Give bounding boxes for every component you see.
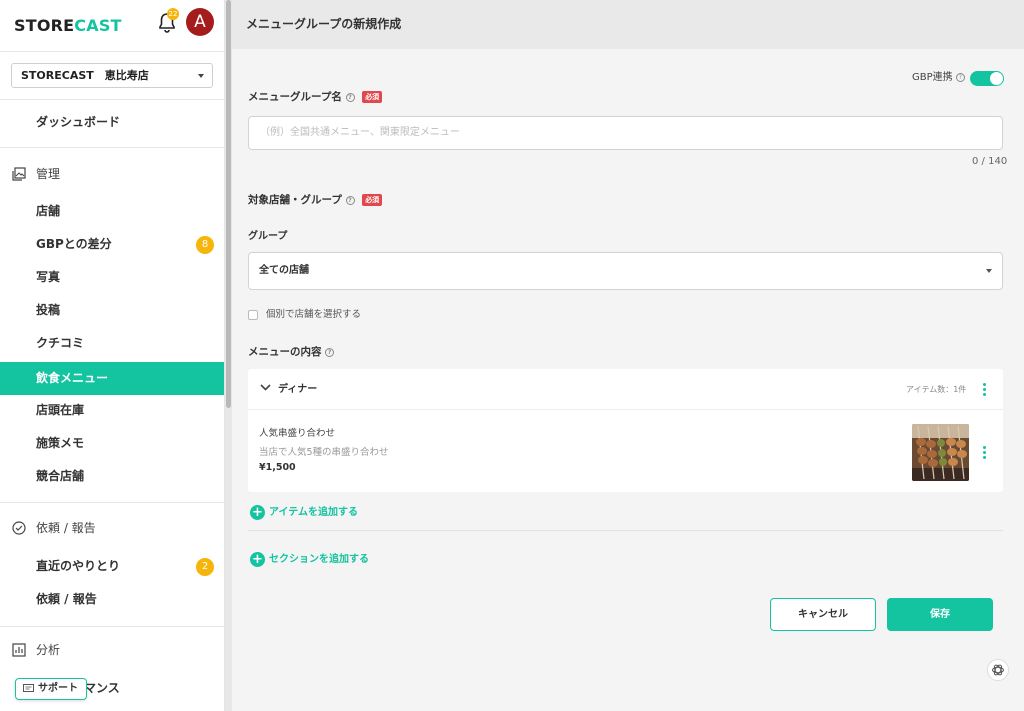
nav-photos[interactable]: 写真 [0,261,224,294]
nav-competitors[interactable]: 競合店舗 [0,460,224,493]
group-label: グループ [248,231,288,242]
caret-down-icon [986,269,992,273]
menu-section-card: ディナー アイテム数：1件 人気串盛り合わせ 当店で人気5種の串盛り合わせ ¥1… [248,369,1003,492]
chevron-down-icon[interactable] [260,383,271,392]
support-button[interactable]: サポート [15,678,87,700]
nav-store[interactable]: 店舗 [0,195,224,228]
section-more-icon[interactable] [983,383,986,398]
section-manage-label: 管理 [36,167,61,181]
divider [0,502,224,503]
group-name-input[interactable]: （例）全国共通メニュー、関東限定メニュー [248,116,1003,150]
individual-select-checkbox[interactable] [248,309,258,320]
divider [0,51,224,52]
nav-memo[interactable]: 施策メモ [0,427,224,460]
bar-chart-icon [12,643,26,657]
add-item-button[interactable]: + アイテムを追加する [250,503,358,520]
recent-badge: 2 [196,558,214,576]
support-label: サポート [38,683,78,694]
nav-recent-label: 直近のやりとり [36,559,121,573]
help-icon[interactable]: ? [345,92,355,102]
chat-icon [23,684,34,692]
target-stores-label: 対象店舗・グループ ? 必須 [248,192,383,207]
group-name-label: メニューグループ名 ? 必須 [248,89,383,104]
gbp-sync-label: GBP連携 [912,72,953,83]
menu-item-name: 人気串盛り合わせ [259,428,336,439]
nav-recent[interactable]: 直近のやりとり 2 [0,550,224,583]
char-counter: 0 / 140 [972,156,1008,167]
nav-food-menu[interactable]: 飲食メニュー [0,362,224,395]
help-icon[interactable]: ? [955,72,965,82]
section-requests-label: 依頼 / 報告 [36,521,96,535]
nav-gbp-diff-label: GBPとの差分 [36,237,112,251]
nav-inventory[interactable]: 店頭在庫 [0,394,224,427]
section-analysis: 分析 [0,638,224,662]
required-badge: 必須 [362,194,383,206]
nav-posts[interactable]: 投稿 [0,294,224,327]
item-count: アイテム数：1件 [906,385,967,394]
menu-item-photo[interactable] [912,424,969,481]
individual-select-row[interactable]: 個別で店舗を選択する [248,306,361,320]
section-analysis-label: 分析 [36,643,61,657]
plus-circle-icon: + [250,551,265,567]
help-icon[interactable]: ? [345,195,355,205]
main-content: GBP連携 ? メニューグループ名 ? 必須 （例）全国共通メニュー、関東限定メ… [232,49,1024,711]
menu-item-description: 当店で人気5種の串盛り合わせ [259,447,389,458]
item-more-icon[interactable] [983,446,986,461]
nav-reviews[interactable]: クチコミ [0,327,224,360]
store-selector-label: STORECAST 恵比寿店 [21,69,149,82]
sidebar-scroll-thumb[interactable] [226,0,231,408]
add-section-label: セクションを追加する [269,554,369,565]
brand-logo[interactable]: STORECAST [14,16,122,35]
divider [0,626,224,627]
help-icon[interactable]: ? [325,347,335,357]
menu-content-label: メニューの内容 ? [248,344,335,359]
group-select[interactable]: 全ての店舗 [248,252,1003,290]
menu-item-price: ¥1,500 [259,462,296,473]
check-circle-icon [12,521,26,535]
nav-requests[interactable]: 依頼 / 報告 [0,583,224,616]
assistant-icon[interactable] [987,659,1009,681]
plus-circle-icon: + [250,504,265,520]
group-select-value: 全ての店舗 [259,265,309,276]
divider [0,99,224,100]
required-badge: 必須 [362,91,383,103]
avatar[interactable]: A [186,8,214,36]
section-manage: 管理 [0,162,224,186]
nav-dashboard[interactable]: ダッシュボード [0,106,224,139]
caret-down-icon [198,74,204,78]
section-requests: 依頼 / 報告 [0,516,224,540]
gallery-icon [12,167,26,181]
cancel-button[interactable]: キャンセル [770,598,876,631]
add-section-button[interactable]: + セクションを追加する [250,550,369,567]
gbp-diff-badge: 8 [196,236,214,254]
page-title: メニューグループの新規作成 [246,17,402,31]
save-button[interactable]: 保存 [887,598,993,631]
individual-select-label: 個別で店舗を選択する [266,309,362,320]
store-selector[interactable]: STORECAST 恵比寿店 [11,63,213,88]
menu-section-header[interactable]: ディナー アイテム数：1件 [248,369,1003,410]
nav-gbp-diff[interactable]: GBPとの差分 8 [0,228,224,261]
divider [0,147,224,148]
divider [248,530,1003,531]
menu-section-name: ディナー [278,384,318,395]
gbp-sync-toggle[interactable] [970,71,1004,86]
notification-badge: 22 [167,8,179,20]
sidebar: STORECAST 22 A STORECAST 恵比寿店 ダッシュボード 管理… [0,0,225,711]
add-item-label: アイテムを追加する [269,507,358,518]
page-header: メニューグループの新規作成 [232,0,1024,49]
